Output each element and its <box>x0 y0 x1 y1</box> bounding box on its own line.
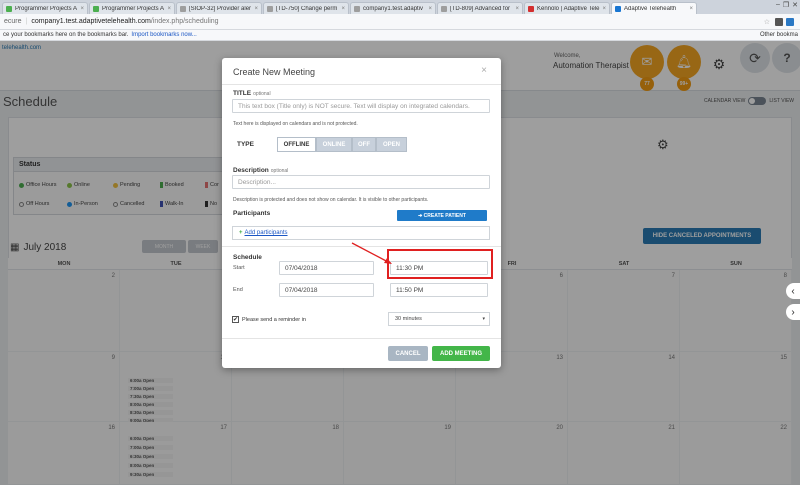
minimize-icon[interactable]: – <box>776 1 780 9</box>
add-participants-link[interactable]: Add participants <box>245 230 288 236</box>
end-date-value: 07/04/2018 <box>285 287 318 294</box>
reminder-checkbox[interactable]: ✔ <box>232 316 239 323</box>
reminder-label: Please send a reminder in <box>242 316 306 323</box>
create-patient-button[interactable]: ➔ CREATE PATIENT <box>397 210 487 221</box>
tab-close-icon[interactable]: × <box>515 6 519 12</box>
dropdown-caret-icon: ▾ <box>482 316 485 322</box>
type-open-button[interactable]: OPEN <box>376 137 407 152</box>
tab-close-icon[interactable]: × <box>167 6 171 12</box>
title-optional: optional <box>253 91 271 97</box>
tab-label: Adaptive Telehealth <box>624 5 677 12</box>
star-icon[interactable]: ☆ <box>764 18 770 26</box>
dialog-divider <box>222 338 501 339</box>
reminder-value: 30 minutes <box>395 316 422 322</box>
window-controls: – ❐ ✕ <box>776 1 798 9</box>
plus-icon: + <box>239 230 243 236</box>
tab-label: [TD-809] Advanced for <box>450 5 511 12</box>
close-window-icon[interactable]: ✕ <box>792 1 798 9</box>
type-offline-button[interactable]: OFFLINE <box>277 137 316 152</box>
participants-label: Participants <box>233 210 271 217</box>
url-path[interactable]: /index.php/scheduling <box>151 18 219 25</box>
title-note: Text here is displayed on calendars and … <box>233 121 358 127</box>
schedule-label: Schedule <box>233 254 262 261</box>
tab-label: company1.test.adaptiv <box>363 5 424 12</box>
browser-tab[interactable]: [SIOP-32] Provider aler × <box>176 2 262 14</box>
description-optional: optional <box>270 168 289 174</box>
description-input[interactable]: Description... <box>232 175 490 189</box>
tab-label: Programmer Projects A <box>102 5 165 12</box>
browser-tab[interactable]: company1.test.adaptiv × <box>350 2 436 14</box>
chevron-left-icon[interactable]: ‹ <box>786 283 800 299</box>
bookmarks-bar: ce your bookmarks here on the bookmarks … <box>0 30 800 41</box>
bookmarks-prompt: ce your bookmarks here on the bookmarks … <box>3 32 129 38</box>
annotation-arrow <box>351 242 392 264</box>
title-input[interactable]: This text box (Title only) is NOT secure… <box>232 99 490 113</box>
description-note: Description is protected and does not sh… <box>233 197 429 203</box>
chevron-right-icon[interactable]: › <box>786 304 800 320</box>
browser-tab[interactable]: [TD-750] Change perm × <box>263 2 349 14</box>
end-label: End <box>233 287 243 293</box>
start-date-value: 07/04/2018 <box>285 265 318 272</box>
annotation-highlight-box <box>387 249 493 279</box>
tab-label: [SIOP-32] Provider aler <box>189 5 252 12</box>
reminder-select[interactable]: 30 minutes ▾ <box>388 312 490 326</box>
title-label-text: TITLE <box>233 90 252 97</box>
secure-label: ecure <box>4 18 22 25</box>
browser-tab[interactable]: Adaptive Telehealth × <box>611 2 697 14</box>
extension-icon-2[interactable] <box>786 17 794 26</box>
browser-tab-bar: Programmer Projects A × Programmer Project… <box>0 0 800 14</box>
tab-favicon-icon <box>615 5 621 12</box>
create-meeting-dialog: Create New Meeting × TITLE optional This … <box>222 58 501 368</box>
tab-favicon-icon <box>93 5 99 12</box>
tab-label: [TD-750] Change perm <box>276 5 338 12</box>
browser-tab[interactable]: [TD-809] Advanced for × <box>437 2 523 14</box>
add-meeting-button[interactable]: ADD MEETING <box>432 346 490 361</box>
dialog-title: Create New Meeting <box>233 67 316 77</box>
description-label: Description optional <box>233 167 288 174</box>
browser-tab[interactable]: Programmer Projects A × <box>89 2 175 14</box>
end-time-value: 11:50 PM <box>396 287 424 294</box>
browser-tab[interactable]: Kennolo | Adaptive Tele × <box>524 2 610 14</box>
tab-close-icon[interactable]: × <box>689 6 693 12</box>
title-label: TITLE optional <box>233 90 271 97</box>
tab-close-icon[interactable]: × <box>80 6 84 12</box>
tab-label: Programmer Projects A <box>15 5 78 12</box>
tab-favicon-icon <box>180 5 186 12</box>
tab-favicon-icon <box>528 5 534 12</box>
close-icon[interactable]: × <box>481 65 487 76</box>
maximize-icon[interactable]: ❐ <box>783 1 789 9</box>
type-online-button[interactable]: ONLINE <box>316 137 352 152</box>
other-bookmarks[interactable]: Other bookma <box>760 32 798 38</box>
url-host[interactable]: company1.test.adaptivetelehealth.com <box>31 18 150 25</box>
browser-tab[interactable]: Programmer Projects A × <box>2 2 88 14</box>
address-divider: | <box>25 18 28 25</box>
tab-favicon-icon <box>354 5 360 12</box>
end-time-input[interactable]: 11:50 PM <box>390 283 488 297</box>
start-label: Start <box>233 265 245 271</box>
cancel-button[interactable]: CANCEL <box>388 346 428 361</box>
description-label-text: Description <box>233 167 269 174</box>
tab-close-icon[interactable]: × <box>254 6 258 12</box>
tab-favicon-icon <box>6 5 12 12</box>
reminder-row: ✔ Please send a reminder in <box>232 316 306 323</box>
extension-icon[interactable] <box>775 17 783 26</box>
import-bookmarks-link[interactable]: Import bookmarks now... <box>131 32 196 38</box>
dialog-divider <box>222 84 501 85</box>
tab-favicon-icon <box>441 5 447 12</box>
tab-close-icon[interactable]: × <box>602 6 606 12</box>
tab-close-icon[interactable]: × <box>428 6 432 12</box>
tab-close-icon[interactable]: × <box>341 6 345 12</box>
end-date-input[interactable]: 07/04/2018 <box>279 283 374 297</box>
tab-label: Kennolo | Adaptive Tele <box>537 5 600 12</box>
type-label: TYPE <box>237 141 254 148</box>
tab-favicon-icon <box>267 5 273 12</box>
address-bar[interactable]: ecure | company1.test.adaptivetelehealth… <box>0 14 800 30</box>
type-off-button[interactable]: OFF <box>352 137 376 152</box>
